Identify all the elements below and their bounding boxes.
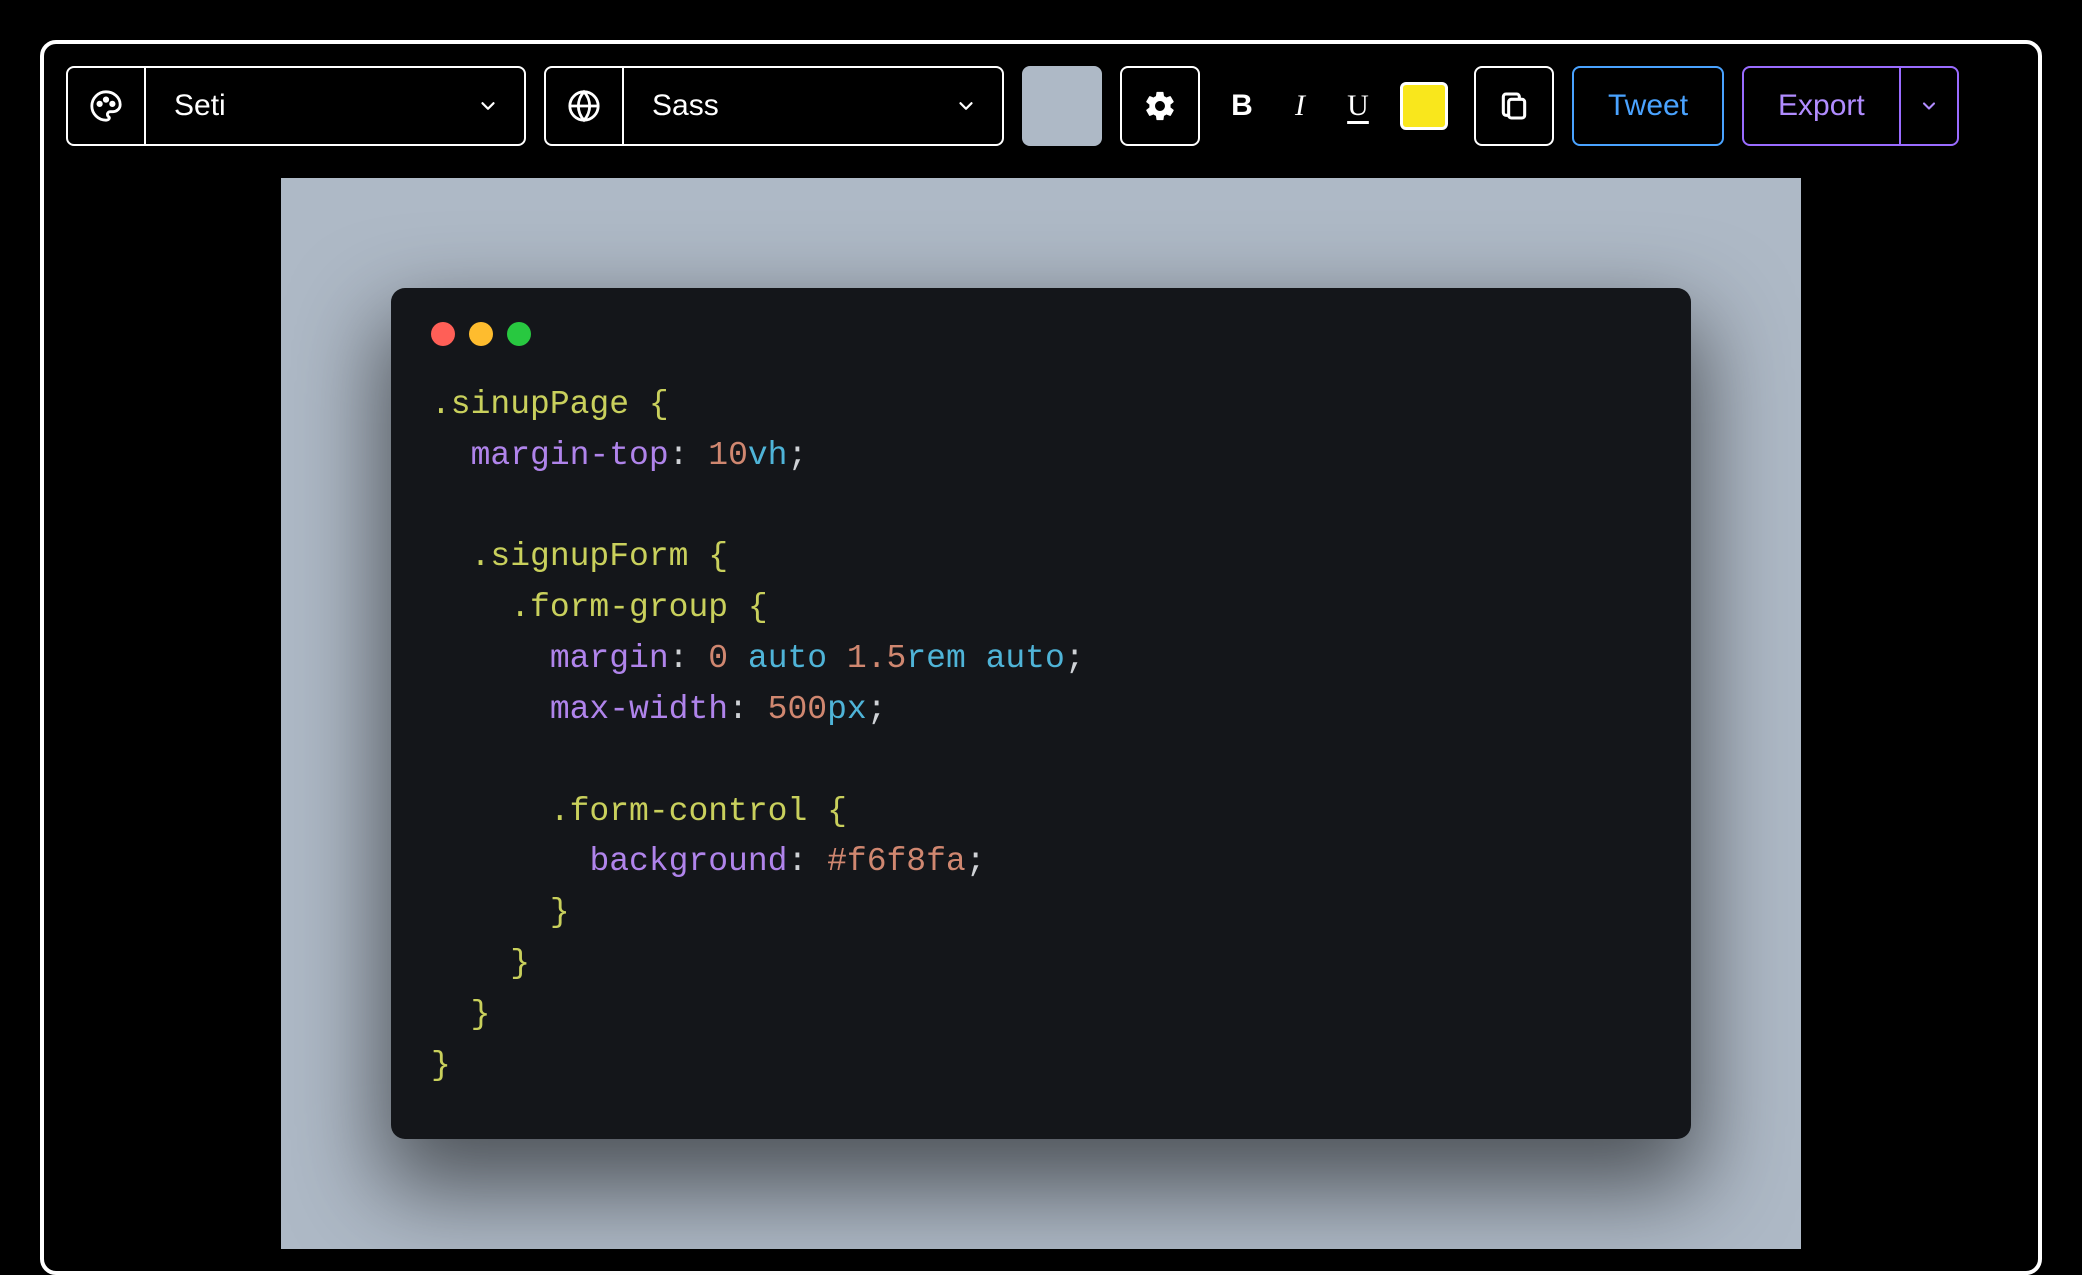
export-button[interactable]: Export (1742, 66, 1959, 146)
toolbar: Seti Sass B (66, 66, 2016, 146)
minimize-dot-icon (469, 322, 493, 346)
copy-button[interactable] (1474, 66, 1554, 146)
theme-select-value: Seti (146, 68, 452, 144)
close-dot-icon (431, 322, 455, 346)
palette-icon (68, 68, 146, 144)
chevron-down-icon[interactable] (1901, 68, 1957, 144)
underline-button[interactable]: U (1342, 89, 1374, 123)
globe-icon (546, 68, 624, 144)
chevron-down-icon (452, 68, 524, 144)
code-editor[interactable]: .sinupPage { margin-top: 10vh; .signupFo… (431, 380, 1651, 1091)
tweet-button-label: Tweet (1608, 89, 1688, 123)
canvas-background[interactable]: .sinupPage { margin-top: 10vh; .signupFo… (281, 178, 1801, 1249)
language-select[interactable]: Sass (544, 66, 1004, 146)
italic-button[interactable]: I (1284, 89, 1316, 123)
gear-icon (1143, 89, 1177, 123)
settings-button[interactable] (1120, 66, 1200, 146)
copy-icon (1498, 90, 1530, 122)
code-window: .sinupPage { margin-top: 10vh; .signupFo… (391, 288, 1691, 1139)
tweet-button[interactable]: Tweet (1572, 66, 1724, 146)
export-button-label: Export (1744, 68, 1901, 144)
chevron-down-icon (930, 68, 1002, 144)
app-frame: Seti Sass B (40, 40, 2042, 1275)
bold-button[interactable]: B (1226, 89, 1258, 123)
format-group: B I U (1218, 82, 1456, 130)
theme-select[interactable]: Seti (66, 66, 526, 146)
maximize-dot-icon (507, 322, 531, 346)
language-select-value: Sass (624, 68, 930, 144)
highlight-color-chip[interactable] (1400, 82, 1448, 130)
canvas-area: .sinupPage { margin-top: 10vh; .signupFo… (66, 178, 2016, 1249)
window-controls (431, 322, 1651, 346)
background-color-swatch[interactable] (1022, 66, 1102, 146)
